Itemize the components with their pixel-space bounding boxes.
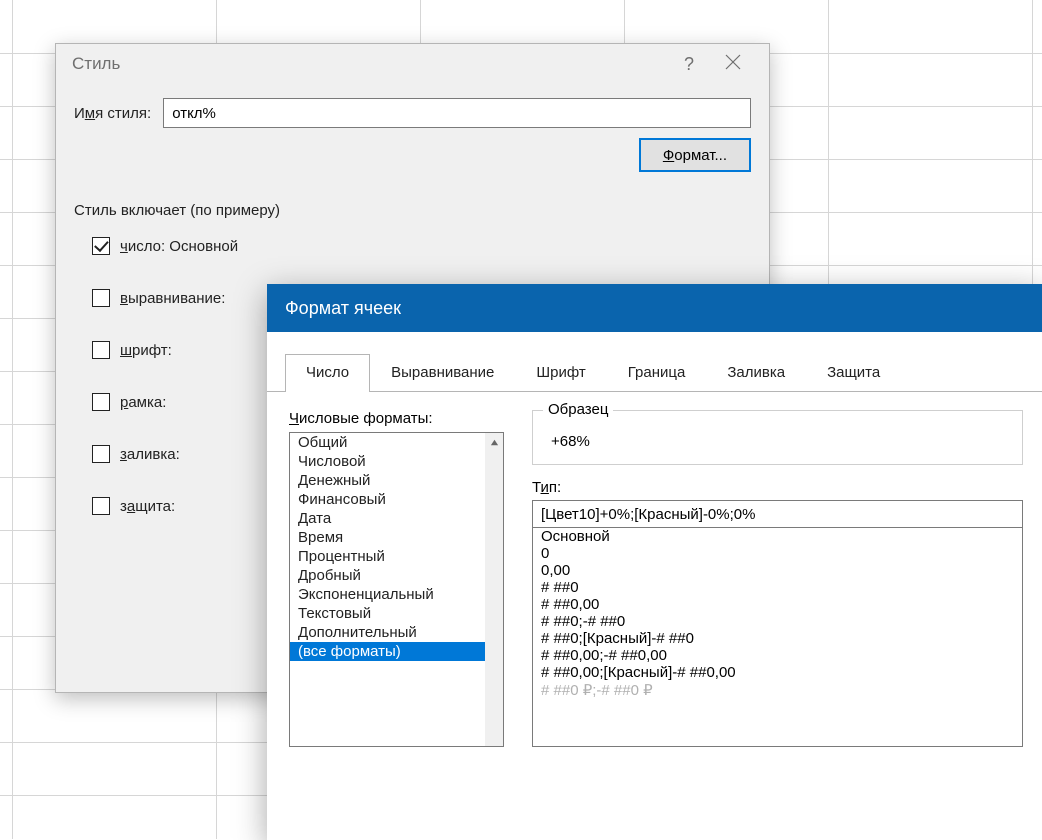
format-cells-dialog: Формат ячеек Число Выравнивание Шрифт Гр… <box>267 284 1042 840</box>
format-cells-title: Формат ячеек <box>285 298 401 319</box>
format-code-item[interactable]: # ##0,00;[Красный]-# ##0,00 <box>533 664 1022 681</box>
category-item[interactable]: (все форматы) <box>290 642 485 661</box>
category-item[interactable]: Текстовый <box>290 604 485 623</box>
tab-protection[interactable]: Защита <box>806 354 901 391</box>
format-code-item[interactable]: Основной <box>533 528 1022 545</box>
format-code-item[interactable]: # ##0;[Красный]-# ##0 <box>533 630 1022 647</box>
checkbox-icon[interactable] <box>92 393 110 411</box>
check-number[interactable]: число: Основной <box>92 237 751 255</box>
category-item[interactable]: Финансовый <box>290 490 485 509</box>
sample-legend: Образец <box>543 401 613 418</box>
style-includes-label: Стиль включает (по примеру) <box>74 202 751 219</box>
check-border-label: рамка: <box>120 394 166 411</box>
categories-listbox[interactable]: ОбщийЧисловойДенежныйФинансовыйДатаВремя… <box>289 432 504 747</box>
format-code-item[interactable]: # ##0 ₽;-# ##0 ₽ <box>533 681 1022 699</box>
format-code-item[interactable]: # ##0;-# ##0 <box>533 613 1022 630</box>
format-code-item[interactable]: 0 <box>533 545 1022 562</box>
scrollbar[interactable] <box>485 433 503 746</box>
checkbox-icon[interactable] <box>92 497 110 515</box>
category-item[interactable]: Процентный <box>290 547 485 566</box>
style-name-input[interactable] <box>163 98 751 128</box>
format-button[interactable]: Формат... <box>639 138 751 172</box>
format-code-item[interactable]: 0,00 <box>533 562 1022 579</box>
help-icon[interactable]: ? <box>667 54 711 75</box>
check-font-label: шрифт: <box>120 342 172 359</box>
format-codes-listbox[interactable]: Основной00,00# ##0# ##0,00# ##0;-# ##0# … <box>532 528 1023 747</box>
category-item[interactable]: Дробный <box>290 566 485 585</box>
check-fill-label: заливка: <box>120 446 180 463</box>
type-label: Тип: <box>532 479 1023 496</box>
tab-number[interactable]: Число <box>285 354 370 392</box>
tab-border[interactable]: Граница <box>607 354 707 391</box>
category-item[interactable]: Общий <box>290 433 485 452</box>
format-cells-tabs: Число Выравнивание Шрифт Граница Заливка… <box>267 350 1042 392</box>
style-dialog-title: Стиль <box>72 54 667 74</box>
format-code-item[interactable]: # ##0 <box>533 579 1022 596</box>
close-icon[interactable] <box>711 53 755 76</box>
check-protection-label: защита: <box>120 498 175 515</box>
style-name-label: Имя стиля: <box>74 105 151 122</box>
category-item[interactable]: Время <box>290 528 485 547</box>
tab-fill[interactable]: Заливка <box>706 354 806 391</box>
category-item[interactable]: Экспоненциальный <box>290 585 485 604</box>
tab-font[interactable]: Шрифт <box>515 354 606 391</box>
sample-value: +68% <box>547 429 1008 450</box>
category-item[interactable]: Дополнительный <box>290 623 485 642</box>
sample-fieldset: Образец +68% <box>532 410 1023 465</box>
check-alignment-label: выравнивание: <box>120 290 225 307</box>
checkbox-icon[interactable] <box>92 341 110 359</box>
category-item[interactable]: Денежный <box>290 471 485 490</box>
check-number-label: число: Основной <box>120 238 238 255</box>
style-dialog-titlebar[interactable]: Стиль ? <box>56 44 769 84</box>
type-input[interactable] <box>532 500 1023 528</box>
category-item[interactable]: Числовой <box>290 452 485 471</box>
categories-label: Числовые форматы: <box>289 410 504 427</box>
tab-alignment[interactable]: Выравнивание <box>370 354 515 391</box>
format-code-item[interactable]: # ##0,00 <box>533 596 1022 613</box>
format-cells-titlebar[interactable]: Формат ячеек <box>267 284 1042 332</box>
checkbox-icon[interactable] <box>92 445 110 463</box>
category-item[interactable]: Дата <box>290 509 485 528</box>
checkbox-icon[interactable] <box>92 237 110 255</box>
checkbox-icon[interactable] <box>92 289 110 307</box>
scroll-up-icon[interactable] <box>485 433 503 451</box>
format-code-item[interactable]: # ##0,00;-# ##0,00 <box>533 647 1022 664</box>
